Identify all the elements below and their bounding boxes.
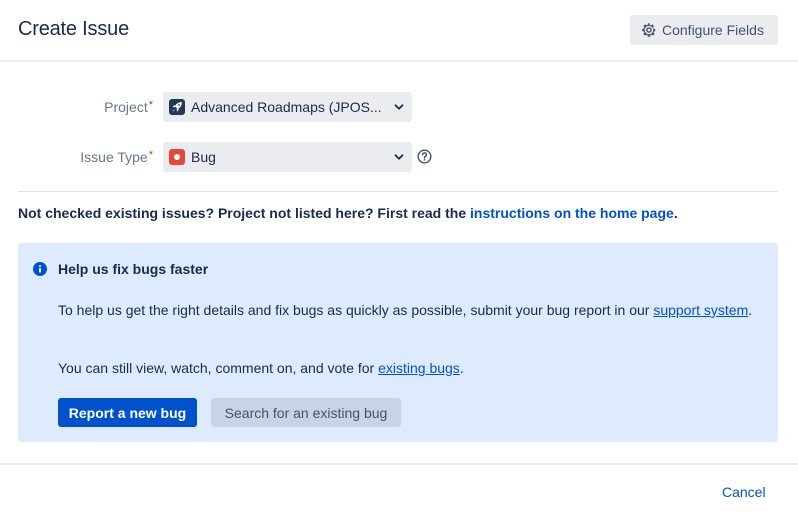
dialog-header: Create Issue Configure Fields bbox=[0, 0, 798, 62]
project-value: Advanced Roadmaps (JPOS... bbox=[191, 99, 382, 115]
dialog-title: Create Issue bbox=[18, 18, 129, 40]
project-select[interactable]: Advanced Roadmaps (JPOS... bbox=[163, 92, 412, 122]
panel-support-text: To help us get the right details and fix… bbox=[58, 302, 753, 318]
issue-type-select[interactable]: Bug bbox=[163, 142, 412, 172]
issue-type-value: Bug bbox=[191, 149, 216, 165]
existing-bugs-link[interactable]: existing bugs bbox=[378, 360, 460, 376]
panel-existing-text: You can still view, watch, comment on, a… bbox=[58, 360, 464, 376]
project-field: Project* Advanced Roadmaps (JPOS... bbox=[0, 92, 798, 122]
panel-title: Help us fix bugs faster bbox=[58, 261, 209, 277]
instructions-notice: Not checked existing issues? Project not… bbox=[18, 205, 678, 221]
configure-fields-button[interactable]: Configure Fields bbox=[630, 15, 778, 45]
instructions-link[interactable]: instructions on the home page bbox=[470, 205, 674, 221]
support-system-link[interactable]: support system bbox=[653, 302, 748, 318]
bug-icon bbox=[169, 149, 185, 165]
chevron-down-icon bbox=[392, 100, 406, 114]
required-marker: * bbox=[148, 149, 153, 161]
required-marker: * bbox=[148, 99, 153, 111]
report-new-bug-button[interactable]: Report a new bug bbox=[58, 398, 197, 427]
issue-type-label: Issue Type* bbox=[80, 149, 153, 165]
gear-icon bbox=[641, 22, 657, 38]
search-existing-bug-button[interactable]: Search for an existing bug bbox=[211, 398, 401, 427]
info-icon bbox=[33, 262, 47, 276]
rocket-icon bbox=[169, 99, 185, 115]
issue-type-field: Issue Type* Bug bbox=[0, 142, 798, 172]
footer-divider bbox=[0, 463, 798, 465]
cancel-button[interactable]: Cancel bbox=[722, 484, 766, 500]
help-panel: Help us fix bugs faster To help us get t… bbox=[18, 243, 778, 442]
help-icon[interactable] bbox=[417, 149, 432, 164]
form-divider bbox=[18, 191, 778, 192]
project-label: Project* bbox=[104, 99, 153, 115]
chevron-down-icon bbox=[392, 150, 406, 164]
create-issue-dialog: Create Issue Configure Fields Project* A… bbox=[0, 0, 798, 515]
configure-fields-label: Configure Fields bbox=[662, 22, 764, 38]
